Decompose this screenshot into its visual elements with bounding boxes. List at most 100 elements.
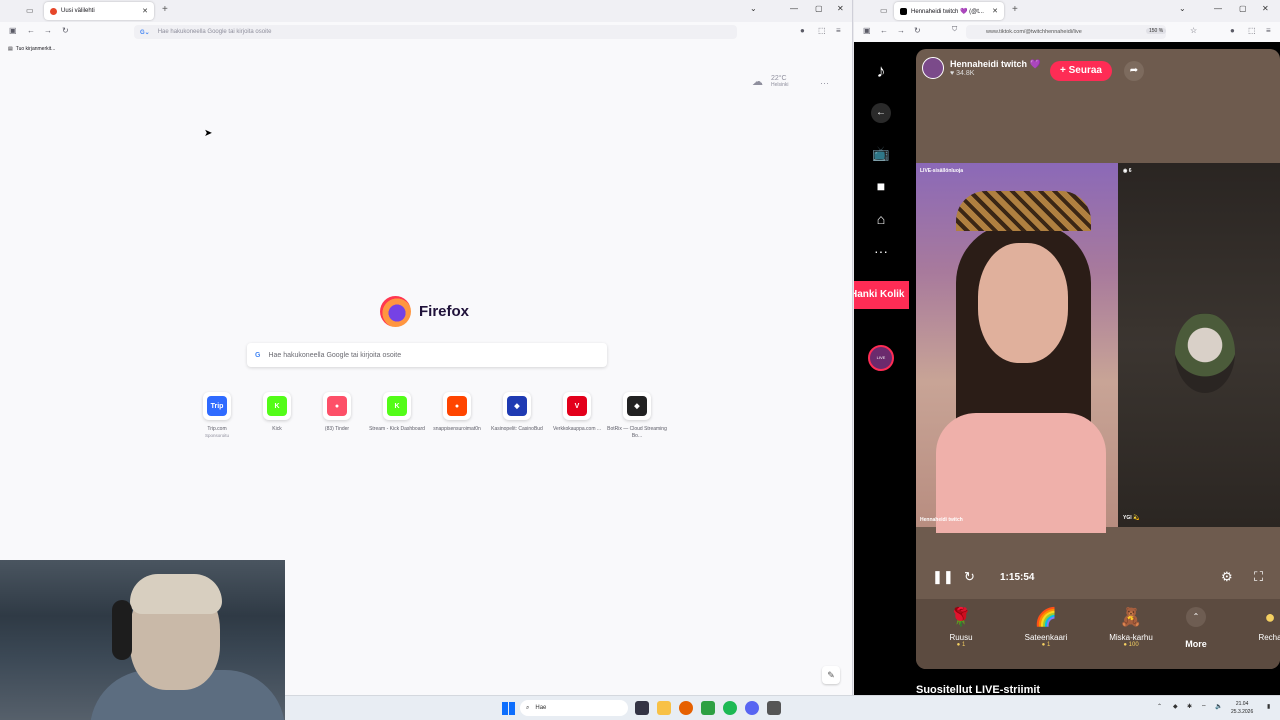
more-icon[interactable]: ··· <box>872 242 890 260</box>
wifi-icon[interactable]: ⌔ <box>1201 703 1207 711</box>
gift-item[interactable]: 🌈 Sateenkaari ● 1 <box>1011 607 1081 648</box>
gift-item[interactable]: 🌹 Ruusu ● 1 <box>926 607 996 648</box>
fullscreen-icon[interactable]: ⛶ <box>1254 569 1263 585</box>
host-info[interactable]: Hennaheidi twitch 💜 ♥ 34.8K <box>922 57 1041 79</box>
task-view-icon[interactable] <box>635 701 649 715</box>
host-avatar[interactable] <box>922 57 944 79</box>
account-icon[interactable]: ● <box>800 26 805 35</box>
live-avatar[interactable]: LIVE <box>868 345 894 371</box>
live-tv-icon[interactable]: 📺 <box>872 144 890 162</box>
gift-item[interactable]: 🧸 Miska-karhu ● 100 <box>1096 607 1166 648</box>
live-creator-label: LIVE-sisällönluoja <box>920 168 964 174</box>
webcam-person-hair <box>130 574 222 614</box>
shortcut-icon-frame: K <box>263 392 291 420</box>
menu-icon[interactable]: ≡ <box>1266 26 1271 35</box>
maximize-icon[interactable]: ▢ <box>815 4 823 13</box>
firefox-logo-icon <box>380 296 411 327</box>
shortcut-site-icon: ◆ <box>507 396 527 416</box>
tab-list-icon[interactable]: ▭ <box>880 6 888 15</box>
guest-video[interactable]: ◉ 6 YGI 💫 <box>1118 163 1280 527</box>
back-icon[interactable]: ← <box>27 26 35 35</box>
close-window-icon[interactable]: ✕ <box>1262 4 1269 13</box>
shortcut-site-icon: V <box>567 396 587 416</box>
shortcut-tile[interactable]: ● snappisensuroimat0n <box>427 392 487 433</box>
right-address-bar[interactable]: www.tiktok.com/@twitchhennaheidi/live <box>966 25 1166 39</box>
shortcut-tile[interactable]: ◆ BotRix — Cloud Streaming Bo... <box>607 392 667 440</box>
minimize-icon[interactable]: — <box>790 4 798 13</box>
back-icon[interactable]: ← <box>880 26 888 35</box>
sidebar-icon[interactable]: ▣ <box>863 26 871 35</box>
taskbar-clock[interactable]: 21.04 25.3.2026 <box>1231 700 1253 716</box>
recharge-button[interactable]: ● Recha <box>1250 607 1280 642</box>
get-coins-banner[interactable]: Hanki Kolik <box>854 281 909 309</box>
minimize-icon[interactable]: — <box>1214 4 1222 13</box>
firefox-taskbar-icon[interactable] <box>679 701 693 715</box>
zoom-level[interactable]: 150 % <box>1146 28 1167 34</box>
address-bar[interactable]: G⌄ Hae hakukoneella Google tai kirjoita … <box>134 25 737 39</box>
tab-list-icon[interactable]: ▭ <box>26 6 34 15</box>
shortcut-icon-frame: ● <box>323 392 351 420</box>
follow-button[interactable]: + Seuraa <box>1050 61 1112 81</box>
bookmark-star-icon[interactable]: ☆ <box>1190 26 1197 35</box>
shortcut-tile[interactable]: V Verkkokauppa.com ... <box>547 392 607 433</box>
start-windows-icon[interactable] <box>502 702 515 715</box>
taskbar-search-input[interactable]: ⌕ Hae <box>520 700 628 716</box>
shortcut-tile[interactable]: K Stream - Kick Dashboard <box>367 392 427 433</box>
video-camera-icon[interactable]: ■ <box>872 177 890 195</box>
home-icon[interactable]: ⌂ <box>872 210 890 228</box>
shortcut-label: BotRix — Cloud Streaming Bo... <box>607 426 667 439</box>
forward-icon[interactable]: → <box>897 26 905 35</box>
account-icon[interactable]: ● <box>1230 26 1235 35</box>
shortcut-tile[interactable]: Trip Trip.com Sponsoroitu <box>187 392 247 438</box>
customize-pencil-icon[interactable]: ✎ <box>822 666 840 684</box>
volume-icon[interactable]: 🔈 <box>1215 703 1222 710</box>
file-explorer-icon[interactable] <box>657 701 671 715</box>
new-tab-plus-icon[interactable]: + <box>1012 4 1018 15</box>
tray-bluetooth-icon[interactable]: ✱ <box>1187 703 1192 710</box>
tiktok-logo-icon[interactable]: ♪ <box>872 62 890 80</box>
close-window-icon[interactable]: ✕ <box>837 4 844 13</box>
windows-taskbar: ⌕ Hae ⌃ ◆ ✱ ⌔ 🔈 21.04 25.3.2026 ▮ <box>285 695 1280 720</box>
new-tab-plus-icon[interactable]: + <box>162 4 168 15</box>
import-bookmarks-link[interactable]: Tuo kirjanmerkit... <box>16 46 56 52</box>
reload-icon[interactable]: ↻ <box>62 26 69 35</box>
close-tab-icon[interactable]: ✕ <box>142 7 148 15</box>
shortcut-tile[interactable]: ◆ Kasinopelit: CasinoBud <box>487 392 547 433</box>
refresh-icon[interactable]: ↻ <box>964 569 975 585</box>
tab-tiktok-live[interactable]: Hennaheidi twitch 💜 (@t... ✕ <box>894 2 1004 20</box>
tab-dropdown-icon[interactable]: ⌄ <box>1179 4 1186 13</box>
newtab-search-input[interactable]: G Hae hakukoneella Google tai kirjoita o… <box>247 343 607 367</box>
tab-new-tab[interactable]: Uusi välilehti ✕ <box>44 2 154 20</box>
app-green-icon[interactable] <box>701 701 715 715</box>
weather-widget[interactable]: ☁ 22°C Helsinki <box>752 75 788 88</box>
app-gray-icon[interactable] <box>767 701 781 715</box>
settings-gear-icon[interactable]: ⚙ <box>1221 569 1233 585</box>
tab-dropdown-icon[interactable]: ⌄ <box>750 4 757 13</box>
extensions-icon[interactable]: ⬚ <box>818 26 826 35</box>
share-icon[interactable]: ➦ <box>1124 61 1144 81</box>
sidebar-icon[interactable]: ▣ <box>9 26 17 35</box>
google-icon: G⌄ <box>140 29 150 36</box>
spotify-icon[interactable] <box>723 701 737 715</box>
discord-icon[interactable] <box>745 701 759 715</box>
webcam-overlay <box>0 560 285 720</box>
reload-icon[interactable]: ↻ <box>914 26 921 35</box>
viewer-count-value: 6 <box>1128 168 1132 174</box>
pause-icon[interactable]: ❚❚ <box>932 569 954 585</box>
extensions-icon[interactable]: ⬚ <box>1248 26 1256 35</box>
more-gifts-button[interactable]: ⌃ More <box>1176 607 1216 649</box>
shortcut-tile[interactable]: K Kick <box>247 392 307 433</box>
host-video[interactable]: LIVE-sisällönluoja Hennaheidi twitch <box>916 163 1118 533</box>
shortcut-tile[interactable]: ● (83) Tinder <box>307 392 367 433</box>
more-options-icon[interactable]: ··· <box>820 78 829 88</box>
maximize-icon[interactable]: ▢ <box>1239 4 1247 13</box>
notification-icon[interactable]: ▮ <box>1267 703 1270 710</box>
forward-icon[interactable]: → <box>44 26 52 35</box>
tray-chevron-icon[interactable]: ⌃ <box>1157 703 1162 710</box>
back-arrow-icon[interactable]: ← <box>871 103 891 123</box>
menu-icon[interactable]: ≡ <box>836 26 841 35</box>
close-tab-icon[interactable]: ✕ <box>992 7 998 15</box>
tray-app-icon[interactable]: ◆ <box>1173 703 1178 710</box>
cloud-icon: ☁ <box>752 76 763 88</box>
shield-icon[interactable]: ⛉ <box>952 26 957 34</box>
